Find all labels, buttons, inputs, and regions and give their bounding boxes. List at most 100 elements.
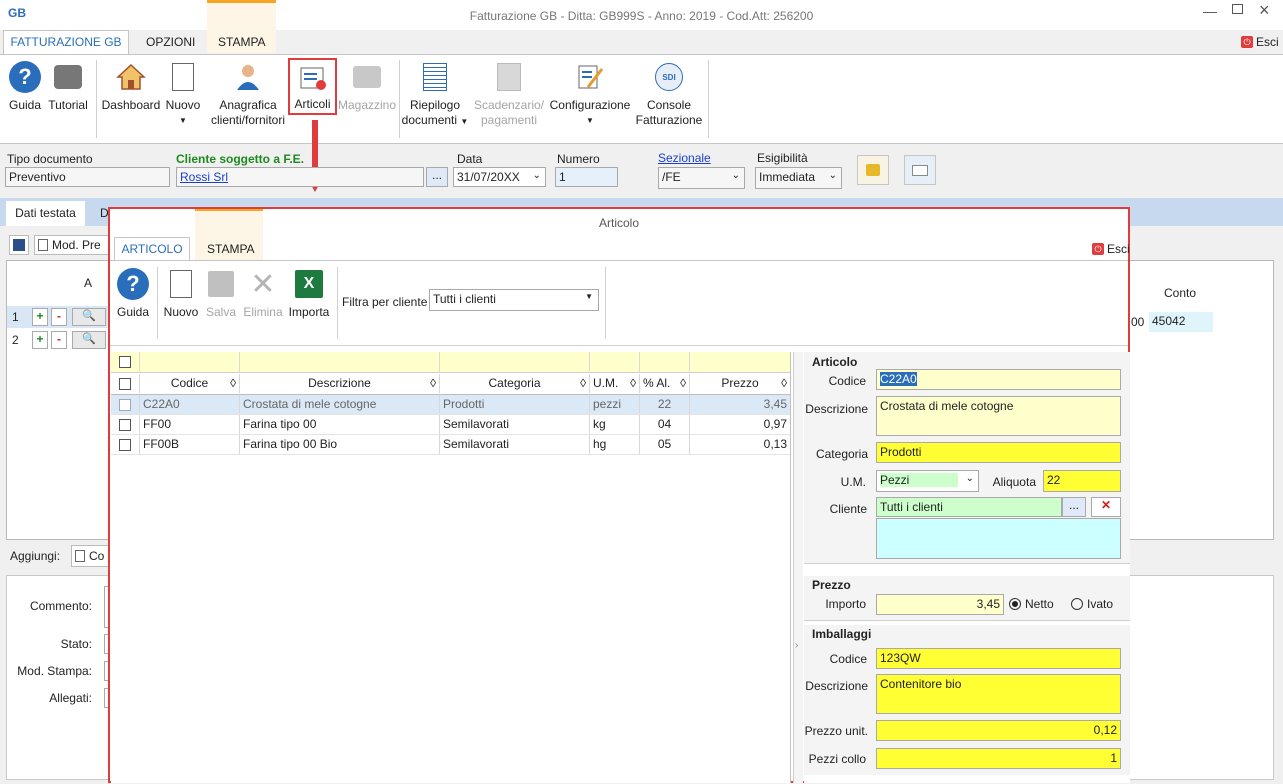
bg-row1-search-icon[interactable]: 🔍: [72, 308, 106, 326]
close-window-button[interactable]: ×: [1259, 0, 1270, 21]
bg-save-button[interactable]: [9, 235, 29, 255]
bg-mod-pre-button[interactable]: Mod. Pre: [34, 235, 114, 255]
cell-descrizione: Farina tipo 00: [240, 415, 440, 434]
dialog-esci-label: Esci: [1107, 242, 1130, 256]
configurazione-button[interactable]: Configurazione ▼: [548, 60, 632, 128]
ivato-radio[interactable]: Ivato: [1071, 597, 1113, 611]
col-codice-label: Codice: [170, 376, 209, 390]
filter-cell[interactable]: [690, 352, 790, 372]
lock-button[interactable]: [857, 155, 889, 185]
bg-row2-search-icon[interactable]: 🔍: [72, 331, 106, 349]
minimize-button[interactable]: —: [1203, 3, 1217, 19]
dialog-guida-label: Guida: [116, 305, 150, 319]
dialog-guida-button[interactable]: ? Guida: [115, 267, 151, 320]
importo-field[interactable]: 3,45: [876, 594, 1004, 615]
tab-dati-testata[interactable]: Dati testata: [6, 201, 85, 226]
cliente-clear-button[interactable]: ✕: [1091, 497, 1121, 517]
aggiungi-co-button[interactable]: Co: [71, 545, 111, 567]
bg-row1-add-button[interactable]: +: [32, 308, 48, 326]
bg-row2-remove-button[interactable]: -: [51, 331, 67, 349]
col-codice[interactable]: Codice ◊: [140, 374, 240, 393]
aliquota-field[interactable]: 22: [1043, 470, 1121, 492]
esci-button[interactable]: ⏻ Esci: [1241, 35, 1279, 49]
panel-splitter[interactable]: ›: [793, 352, 803, 783]
header-checkbox[interactable]: [119, 377, 131, 390]
codice-field[interactable]: C22A0: [876, 369, 1121, 390]
table-row[interactable]: FF00 Farina tipo 00 Semilavorati kg 04 0…: [111, 415, 790, 435]
col-categoria[interactable]: Categoria ◊: [440, 374, 590, 393]
descrizione-field[interactable]: Crostata di mele cotogne: [876, 396, 1121, 436]
dialog-importa-button[interactable]: X Importa: [286, 267, 332, 320]
esci-label: Esci: [1256, 35, 1279, 49]
console-button[interactable]: SDI Console Fatturazione: [634, 60, 704, 128]
bg-conto-value[interactable]: 45042: [1149, 312, 1213, 332]
cell-categoria: Semilavorati: [440, 435, 590, 454]
riepilogo-button[interactable]: Riepilogo documenti ▼: [400, 60, 470, 129]
bg-row2-add-button[interactable]: +: [32, 331, 48, 349]
filter-cell[interactable]: [240, 352, 440, 372]
articoli-button[interactable]: Articoli: [288, 58, 337, 115]
dialog-nuovo-button[interactable]: Nuovo: [162, 267, 200, 320]
col-um[interactable]: U.M. ◊: [590, 374, 640, 393]
bg-row1-remove-button[interactable]: -: [51, 308, 67, 326]
anagrafica-button[interactable]: Anagrafica clienti/fornitori: [205, 60, 291, 128]
categoria-field[interactable]: Prodotti: [876, 442, 1121, 463]
row-checkbox[interactable]: [119, 418, 131, 431]
data-field[interactable]: 31/07/20XX ⌄: [453, 167, 546, 187]
sezionale-link[interactable]: Sezionale: [658, 151, 711, 165]
maximize-button[interactable]: [1232, 4, 1243, 14]
um-select[interactable]: Pezzi ⌄: [876, 470, 979, 492]
chevron-down-icon: ⌄: [828, 170, 837, 181]
dashboard-button[interactable]: Dashboard: [101, 60, 161, 113]
table-row[interactable]: FF00B Farina tipo 00 Bio Semilavorati hg…: [111, 435, 790, 455]
tab-stampa[interactable]: STAMPA: [218, 35, 266, 49]
email-button[interactable]: [904, 155, 936, 185]
netto-radio[interactable]: Netto: [1009, 597, 1054, 611]
col-prezzo[interactable]: Prezzo ◊: [690, 374, 790, 393]
table-row[interactable]: C22A0 Crostata di mele cotogne Prodotti …: [111, 395, 790, 415]
filtro-cliente-select[interactable]: Tutti i clienti ▼: [429, 289, 599, 311]
tutorial-button[interactable]: Tutorial: [46, 60, 90, 113]
select-all-checkbox[interactable]: [119, 356, 131, 368]
grid-filter-row: [111, 352, 790, 373]
dialog-esci-button[interactable]: ⏻ Esci: [1092, 242, 1130, 256]
row-checkbox[interactable]: [119, 398, 131, 411]
imb-codice-field[interactable]: 123QW: [876, 648, 1121, 669]
scadenzario-button[interactable]: Scadenzario/ pagamenti: [472, 60, 546, 128]
clienti-list[interactable]: [876, 518, 1121, 559]
numero-field[interactable]: 1: [555, 167, 618, 187]
cliente-browse-button[interactable]: ...: [426, 167, 448, 187]
cliente-link[interactable]: Rossi Srl: [180, 170, 228, 184]
bg-row1-num: 1: [12, 310, 19, 324]
prezzo-unit-field[interactable]: 0,12: [876, 720, 1121, 741]
magazzino-button[interactable]: Magazzino: [337, 60, 397, 113]
cliente-detail-field[interactable]: Tutti i clienti: [876, 497, 1062, 517]
filter-cell[interactable]: [640, 352, 690, 372]
sezionale-select[interactable]: /FE ⌄: [658, 167, 745, 189]
dialog-elimina-button[interactable]: ✕ Elimina: [242, 267, 284, 320]
filter-cell[interactable]: [590, 352, 640, 372]
dialog-tab-articolo[interactable]: ARTICOLO: [114, 237, 190, 261]
nuovo-button[interactable]: Nuovo ▼: [163, 60, 203, 128]
esigibilita-select[interactable]: Immediata ⌄: [755, 167, 842, 189]
filter-cell[interactable]: [140, 352, 240, 372]
prezzo-unit-label: Prezzo unit.: [804, 724, 868, 738]
tipo-documento-field[interactable]: Preventivo: [5, 167, 170, 187]
cliente-field[interactable]: Rossi Srl: [176, 167, 424, 187]
tipo-documento-label: Tipo documento: [7, 152, 93, 166]
guida-button[interactable]: ? Guida: [6, 60, 44, 113]
cliente-detail-browse-button[interactable]: ...: [1062, 497, 1086, 517]
pezzi-collo-field[interactable]: 1: [876, 748, 1121, 769]
tab-fatturazione[interactable]: FATTURAZIONE GB: [3, 30, 129, 54]
dialog-tab-stampa[interactable]: STAMPA: [207, 242, 255, 256]
col-aliquota[interactable]: % Al. ◊: [640, 374, 690, 393]
tab-opzioni[interactable]: OPZIONI: [146, 35, 195, 49]
dialog-salva-button[interactable]: Salva: [202, 267, 240, 320]
col-descrizione[interactable]: Descrizione ◊: [240, 374, 440, 393]
row-checkbox[interactable]: [119, 438, 131, 451]
imb-descrizione-field[interactable]: Contenitore bio: [876, 674, 1121, 714]
filter-cell[interactable]: [440, 352, 590, 372]
header-checkbox-cell: [111, 374, 140, 393]
descrizione-label: Descrizione: [805, 402, 868, 416]
imb-descrizione-label: Descrizione: [805, 679, 868, 693]
